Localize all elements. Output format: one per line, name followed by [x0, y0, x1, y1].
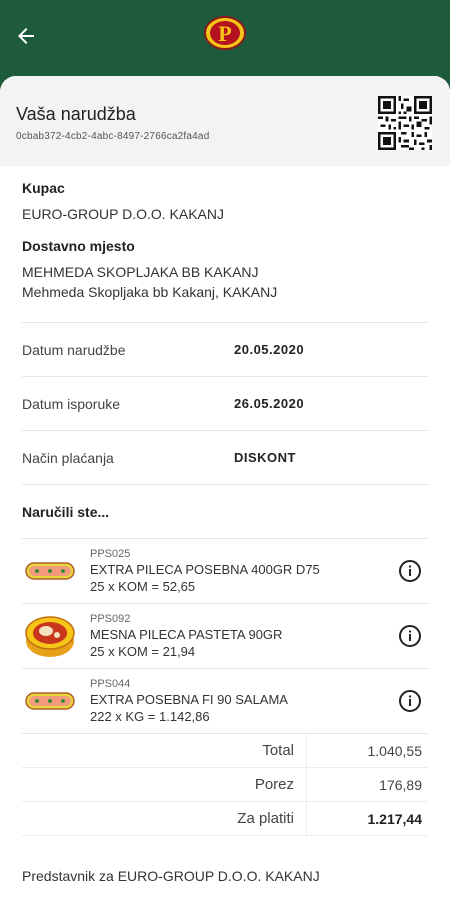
customer-name: EURO-GROUP D.O.O. KAKANJ — [22, 206, 224, 222]
item-code: PPS044 — [90, 678, 131, 690]
totals-label: Porez — [22, 768, 307, 801]
brand-logo: P — [204, 16, 246, 50]
delivery-address-line-2: Mehmeda Skopljaka bb Kakanj, KAKANJ — [22, 284, 278, 300]
item-quantity: 25 x KOM = 52,65 — [90, 579, 196, 594]
items-heading-row: Naručili ste... — [22, 484, 428, 538]
order-sheet: Vaša narudžba 0cbab372-4cb2-4abc-8497-27… — [0, 76, 450, 900]
sausage-icon — [25, 562, 75, 580]
totals-value: 1.217,44 — [367, 810, 423, 827]
totals-table: Total 1.040,55 Porez 176,89 Za platiti 1… — [22, 733, 428, 836]
product-image — [24, 675, 76, 727]
order-details: Datum narudžbe 20.05.2020 Datum isporuke… — [22, 322, 428, 484]
sausage-icon — [25, 692, 75, 710]
item-code: PPS025 — [90, 548, 131, 560]
detail-label: Datum isporuke — [22, 395, 121, 412]
list-item[interactable]: PPS092 MESNA PILECA PASTETA 90GR 25 x KO… — [22, 603, 428, 668]
items-heading: Naručili ste... — [22, 503, 110, 520]
totals-row-to-pay: Za platiti 1.217,44 — [22, 802, 428, 836]
detail-value: DISKONT — [234, 450, 296, 465]
totals-row-total: Total 1.040,55 — [22, 734, 428, 768]
list-item[interactable]: PPS025 EXTRA PILECA POSEBNA 400GR D75 25… — [22, 538, 428, 603]
totals-row-tax: Porez 176,89 — [22, 768, 428, 802]
back-button[interactable] — [10, 20, 42, 52]
detail-row-delivery-date: Datum isporuke 26.05.2020 — [22, 376, 428, 430]
info-icon[interactable] — [398, 689, 422, 713]
footer-representative: Predstavnik za EURO-GROUP D.O.O. KAKANJ — [22, 868, 320, 884]
item-text: PPS092 MESNA PILECA PASTETA 90GR 25 x KO… — [90, 613, 282, 659]
customer-label: Kupac — [22, 180, 65, 196]
page-title: Vaša narudžba — [16, 104, 136, 124]
qr-code-icon — [378, 96, 432, 150]
delivery-label: Dostavno mjesto — [22, 238, 135, 254]
item-name: EXTRA POSEBNA FI 90 SALAMA — [90, 692, 288, 707]
item-quantity: 222 x KG = 1.142,86 — [90, 709, 210, 724]
totals-value: 1.040,55 — [367, 742, 423, 759]
items-list: PPS025 EXTRA PILECA POSEBNA 400GR D75 25… — [22, 538, 428, 733]
detail-label: Način plaćanja — [22, 449, 114, 466]
totals-value: 176,89 — [379, 776, 422, 793]
totals-label: Za platiti — [22, 802, 307, 835]
detail-row-order-date: Datum narudžbe 20.05.2020 — [22, 322, 428, 376]
item-code: PPS092 — [90, 613, 131, 625]
item-name: EXTRA PILECA POSEBNA 400GR D75 — [90, 562, 320, 577]
item-text: PPS025 EXTRA PILECA POSEBNA 400GR D75 25… — [90, 548, 320, 594]
arrow-left-icon — [18, 28, 34, 44]
item-text: PPS044 EXTRA POSEBNA FI 90 SALAMA 222 x … — [90, 678, 288, 724]
detail-label: Datum narudžbe — [22, 341, 126, 358]
detail-row-payment-method: Način plaćanja DISKONT — [22, 430, 428, 484]
pate-tin-icon — [25, 616, 75, 657]
customer-section: Kupac EURO-GROUP D.O.O. KAKANJ Dostavno … — [22, 166, 428, 300]
info-icon[interactable] — [398, 624, 422, 648]
product-image — [24, 610, 76, 662]
list-item[interactable]: PPS044 EXTRA POSEBNA FI 90 SALAMA 222 x … — [22, 668, 428, 733]
order-header: Vaša narudžba 0cbab372-4cb2-4abc-8497-27… — [0, 76, 450, 166]
totals-label: Total — [22, 734, 307, 767]
detail-value: 26.05.2020 — [234, 396, 305, 411]
info-icon[interactable] — [398, 559, 422, 583]
product-image — [24, 545, 76, 597]
svg-text:P: P — [218, 21, 231, 46]
order-id: 0cbab372-4cb2-4abc-8497-2766ca2fa4ad — [16, 131, 210, 142]
item-quantity: 25 x KOM = 21,94 — [90, 644, 196, 659]
detail-value: 20.05.2020 — [234, 342, 305, 357]
item-name: MESNA PILECA PASTETA 90GR — [90, 627, 283, 642]
delivery-address-line-1: MEHMEDA SKOPLJAKA BB KAKANJ — [22, 264, 259, 280]
